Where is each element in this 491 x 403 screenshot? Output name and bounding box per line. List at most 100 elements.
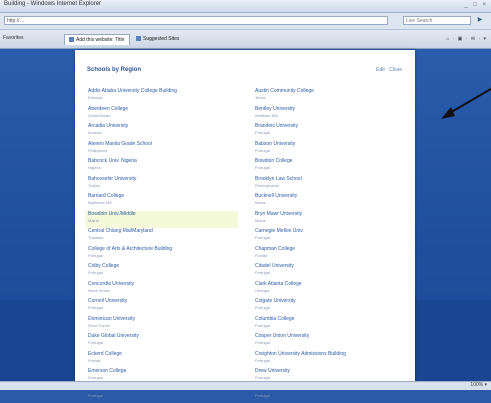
content-panel: Schools by Region Edit · Close Addis Aba… — [75, 50, 415, 381]
list-item[interactable]: Brandeis UniversityPortugal — [255, 123, 405, 141]
list-item-location: Portugal — [255, 323, 405, 329]
list-item[interactable]: Eckerd CollegeFlorida — [88, 351, 238, 369]
list-item-name[interactable]: Emerson College — [88, 368, 238, 375]
list-item-location: Maine — [255, 218, 405, 224]
zoom-level[interactable]: 100% ▾ — [470, 382, 487, 388]
list-item-location: Baltimore MD — [88, 200, 238, 206]
list-item-name[interactable]: Clark Atlanta College — [255, 281, 405, 288]
list-item-name[interactable]: Brooklyn Law School — [255, 176, 405, 183]
list-item[interactable]: Carnegie Mellon Univ.Portugal — [255, 228, 405, 246]
list-item[interactable]: Bentley UniversityWaltham MA — [255, 106, 405, 124]
list-item-name[interactable]: Aberdeen College — [88, 106, 238, 113]
list-item-location: Florida — [255, 253, 405, 259]
list-item-name[interactable]: Chapman College — [255, 246, 405, 253]
list-item-location: Waltham MA — [255, 113, 405, 119]
list-item-name[interactable]: Creighton University Admissions Building — [255, 351, 405, 358]
list-item-name[interactable]: Ateneo Manila Grade School — [88, 141, 238, 148]
list-item[interactable]: Central Chiang Mai/MarylandThailand — [88, 228, 238, 246]
list-item-location: Portugal — [255, 393, 405, 399]
list-item-name[interactable]: Arcadia University — [88, 123, 238, 130]
list-item[interactable]: Austin Community CollegeTexas — [255, 88, 405, 106]
list-item-name[interactable]: Concordia University — [88, 281, 238, 288]
list-item-location: Portugal — [255, 165, 405, 171]
list-item[interactable]: Chapman CollegeFlorida — [255, 246, 405, 264]
list-item[interactable]: Cooper Union UniversityPortugal — [255, 333, 405, 351]
address-input[interactable]: http://… — [4, 16, 388, 25]
list-item-location: Thailand — [88, 235, 238, 241]
list-item-name[interactable]: Bryn Mawr University — [255, 211, 405, 218]
list-item[interactable]: College of Arts & Architecture BuildingP… — [88, 246, 238, 264]
list-item[interactable]: Ateneo Manila Grade SchoolPhilippines — [88, 141, 238, 159]
favorites-button[interactable]: Favorites — [3, 35, 24, 41]
list-item-name[interactable]: Duke Global University — [88, 333, 238, 340]
list-item-location: Portugal — [255, 340, 405, 346]
list-item[interactable]: Columbia CollegePortugal — [255, 316, 405, 334]
list-item-name[interactable]: Bentley University — [255, 106, 405, 113]
list-item-location: Arcadia — [88, 130, 238, 136]
tab-suggested[interactable]: Suggested Sites — [132, 34, 188, 45]
list-item-name[interactable]: Cornell University — [88, 298, 238, 305]
list-item[interactable]: Clark Atlanta CollegeGeorgia — [255, 281, 405, 299]
tab-suggested-label: Suggested Sites — [143, 36, 179, 42]
list-item[interactable]: Concordia UniversityNova Scotia — [88, 281, 238, 299]
list-item[interactable]: Addis Ababa University College BuildingE… — [88, 88, 238, 106]
list-item-name[interactable]: Eckerd College — [88, 351, 238, 358]
list-item[interactable]: Barnard CollegeBaltimore MD — [88, 193, 238, 211]
list-item-location: Portugal — [255, 305, 405, 311]
list-item[interactable]: Bucknell UniversityMaine — [255, 193, 405, 211]
list-item[interactable]: Bowdoin CollegePortugal — [255, 158, 405, 176]
panel-link[interactable]: Edit · Close — [376, 67, 402, 73]
list-item-name[interactable]: Barnard College — [88, 193, 238, 200]
list-item-name[interactable]: Central Chiang Mai/Maryland — [88, 228, 238, 235]
tab-active[interactable]: Add this website: Title — [64, 34, 130, 45]
list-item-name[interactable]: Colgate University — [255, 298, 405, 305]
list-item-name[interactable]: Colby College — [88, 263, 238, 270]
list-item-name[interactable]: Citadel University — [255, 263, 405, 270]
list-item-location: Portugal — [255, 270, 405, 276]
list-item[interactable]: Bowdoin Univ./MiddleMaine — [85, 211, 238, 229]
list-item-location: River Forest — [88, 323, 238, 329]
page-icon — [69, 37, 74, 42]
list-item[interactable]: Bryn Mawr UniversityMaine — [255, 211, 405, 229]
list-item-location: Texas — [255, 95, 405, 101]
list-item-name[interactable]: Bucknell University — [255, 193, 405, 200]
list-item[interactable]: Citadel UniversityPortugal — [255, 263, 405, 281]
list-item[interactable]: Colby CollegePortugal — [88, 263, 238, 281]
list-item-name[interactable]: Columbia College — [255, 316, 405, 323]
command-bar[interactable]: ⌂ · ▣ · ✉ · ▾ — [446, 36, 487, 42]
list-item[interactable]: Aberdeen CollegeGreat Britain — [88, 106, 238, 124]
list-item-name[interactable]: Brandeis University — [255, 123, 405, 130]
list-item[interactable]: Colgate UniversityPortugal — [255, 298, 405, 316]
list-item-name[interactable]: Babson University — [255, 141, 405, 148]
list-item-name[interactable]: Babcock Univ. Nigeria — [88, 158, 238, 165]
list-item-name[interactable]: Austin Community College — [255, 88, 405, 95]
list-item[interactable]: Babson UniversityPortugal — [255, 141, 405, 159]
window-controls[interactable]: _ □ × — [464, 2, 488, 8]
list-item-location: Pennsylvania — [255, 183, 405, 189]
left-list: Addis Ababa University College Building E… — [88, 88, 238, 403]
list-item[interactable]: Babcock Univ. NigeriaNigeria — [88, 158, 238, 176]
list-item[interactable]: Bahcesehir UniversityTurkey — [88, 176, 238, 194]
list-item[interactable]: Creighton University Admissions Building… — [255, 351, 405, 369]
list-item[interactable]: Arcadia UniversityArcadia — [88, 123, 238, 141]
list-item[interactable]: Duke Global UniversityPortugal — [88, 333, 238, 351]
list-item[interactable]: Cornell UniversityPortugal — [88, 298, 238, 316]
list-item[interactable]: Brooklyn Law SchoolPennsylvania — [255, 176, 405, 194]
search-icon[interactable]: ▶ — [475, 16, 485, 25]
window-title: Building - Windows Internet Explorer — [4, 1, 101, 7]
list-item-location: Portugal — [88, 305, 238, 311]
list-item-name[interactable]: Bowdoin Univ./Middle — [88, 211, 238, 218]
list-item[interactable]: Dominican UniversityRiver Forest — [88, 316, 238, 334]
window-titlebar: Building - Windows Internet Explorer _ □… — [0, 0, 491, 13]
list-item-location: Florida — [88, 358, 238, 364]
search-input[interactable]: Live Search — [403, 16, 471, 25]
list-item-name[interactable]: Bahcesehir University — [88, 176, 238, 183]
list-item-name[interactable]: Bowdoin College — [255, 158, 405, 165]
list-item-name[interactable]: Dominican University — [88, 316, 238, 323]
list-item-name[interactable]: Addis Ababa University College Building — [88, 88, 238, 95]
list-item-location: Nigeria — [88, 165, 238, 171]
list-item-name[interactable]: College of Arts & Architecture Building — [88, 246, 238, 253]
list-item-name[interactable]: Drew University — [255, 368, 405, 375]
list-item-name[interactable]: Cooper Union University — [255, 333, 405, 340]
list-item-name[interactable]: Carnegie Mellon Univ. — [255, 228, 405, 235]
